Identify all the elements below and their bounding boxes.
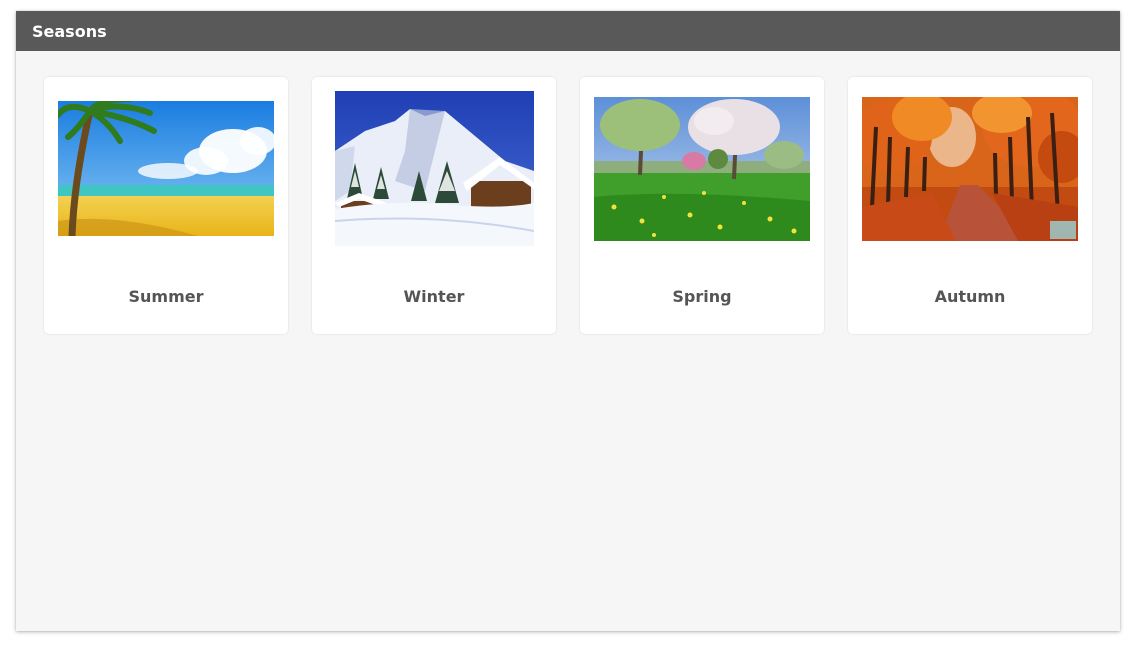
- season-card-winter[interactable]: Winter: [312, 77, 556, 334]
- season-card-label: Winter: [403, 287, 465, 306]
- season-card-spring[interactable]: Spring: [580, 77, 824, 334]
- autumn-avenue-image: [862, 97, 1078, 241]
- app-window: Seasons Summer Winter Spring Autumn: [16, 11, 1120, 631]
- season-card-label: Spring: [672, 287, 732, 306]
- summer-beach-image: [58, 101, 274, 236]
- title-bar: Seasons: [16, 11, 1120, 51]
- spring-meadow-image: [594, 97, 810, 241]
- season-card-label: Summer: [128, 287, 204, 306]
- season-card-summer[interactable]: Summer: [44, 77, 288, 334]
- season-grid: Summer Winter Spring Autumn: [44, 77, 1092, 334]
- season-card-autumn[interactable]: Autumn: [848, 77, 1092, 334]
- winter-snow-image: [335, 91, 534, 246]
- season-card-label: Autumn: [934, 287, 1006, 306]
- window-title: Seasons: [32, 21, 107, 41]
